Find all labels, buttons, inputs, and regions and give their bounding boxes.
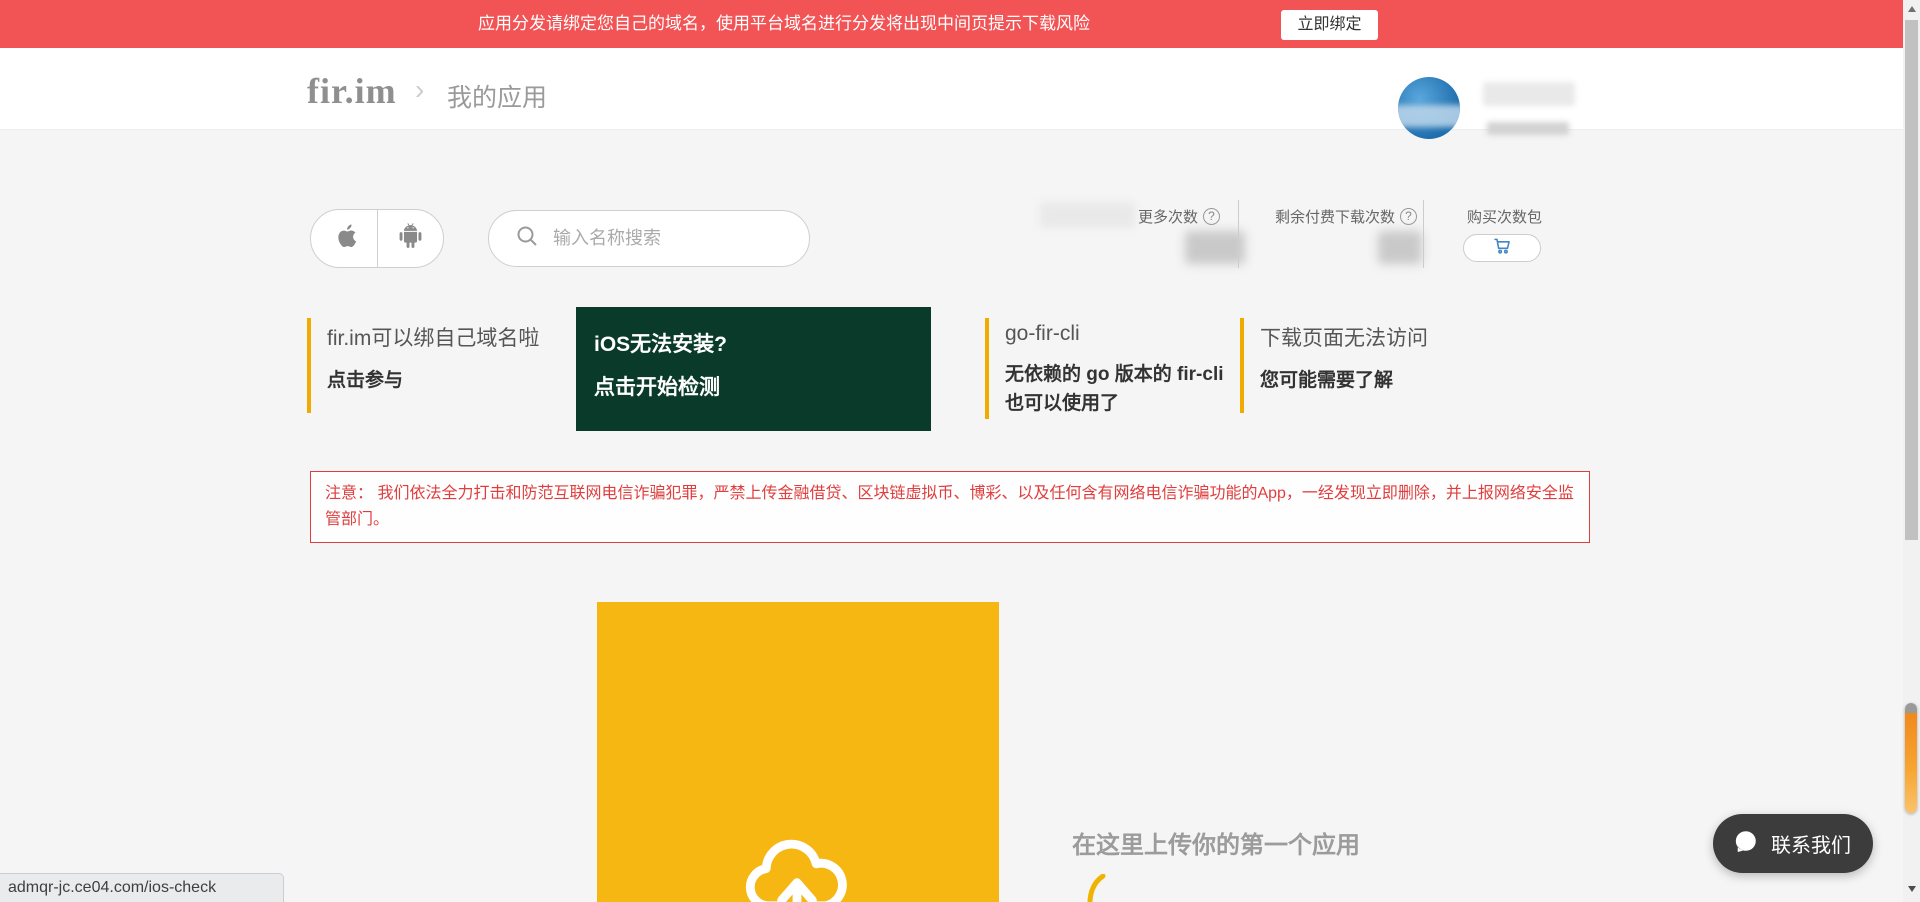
breadcrumb-chevron-icon: › xyxy=(415,74,424,106)
apple-icon xyxy=(331,221,357,256)
username-redacted xyxy=(1483,82,1575,106)
promo-card-ios-check[interactable]: iOS无法安装? 点击开始检测 xyxy=(576,307,931,431)
stat3-label-text: 购买次数包 xyxy=(1467,206,1542,227)
android-filter-button[interactable] xyxy=(378,210,444,267)
chat-bubble-icon xyxy=(1733,828,1759,859)
app-window: 应用分发请绑定您自己的域名，使用平台域名进行分发将出现中间页提示下载风险 立即绑… xyxy=(0,0,1920,902)
promo-title: 下载页面无法访问 xyxy=(1260,322,1480,352)
user-subtext-redacted xyxy=(1487,122,1569,135)
scroll-down-button[interactable] xyxy=(1903,880,1920,897)
cloud-upload-icon xyxy=(742,820,852,902)
header: fir.im › 我的应用 xyxy=(0,48,1903,130)
promo-subtitle: 点击参与 xyxy=(327,366,547,395)
promo-subtitle: 点击开始检测 xyxy=(594,371,931,401)
promo-card-go-fir-cli[interactable]: go-fir-cli 无依赖的 go 版本的 fir-cli 也可以使用了 xyxy=(985,318,1235,419)
promo-title: iOS无法安装? xyxy=(594,328,931,358)
buy-pack-label: 购买次数包 xyxy=(1467,206,1542,227)
help-icon[interactable]: ? xyxy=(1203,208,1220,225)
scroll-up-button[interactable] xyxy=(1903,0,1920,17)
promo-title: fir.im可以绑自己域名啦 xyxy=(327,322,547,352)
bind-domain-button[interactable]: 立即绑定 xyxy=(1281,10,1378,40)
cart-icon xyxy=(1492,235,1513,261)
help-icon[interactable]: ? xyxy=(1400,208,1417,225)
stat1-value-redacted xyxy=(1185,231,1245,264)
promo-card-download-page[interactable]: 下载页面无法访问 您可能需要了解 xyxy=(1240,318,1480,413)
scroll-down-icon xyxy=(1908,886,1916,892)
firim-logo[interactable]: fir.im xyxy=(307,70,397,112)
contact-label: 联系我们 xyxy=(1771,829,1851,858)
contact-button[interactable]: 联系我们 xyxy=(1713,814,1873,873)
search-icon xyxy=(515,224,539,253)
scroll-up-icon xyxy=(1908,6,1916,12)
upload-dropzone[interactable] xyxy=(597,602,999,902)
upload-hint: 在这里上传你的第一个应用 xyxy=(1072,825,1360,860)
stat-paid-label: 剩余付费下载次数 ? xyxy=(1275,206,1417,227)
ios-filter-button[interactable] xyxy=(311,210,377,267)
user-avatar[interactable] xyxy=(1398,77,1460,139)
scroll-marker-widget[interactable] xyxy=(1905,703,1917,813)
buy-pack-button[interactable] xyxy=(1463,234,1541,262)
promo-subtitle: 无依赖的 go 版本的 fir-cli 也可以使用了 xyxy=(1005,360,1235,419)
stat2-value-redacted xyxy=(1378,231,1422,264)
scrollbar-thumb[interactable] xyxy=(1905,20,1918,540)
banner-message: 应用分发请绑定您自己的域名，使用平台域名进行分发将出现中间页提示下载风险 xyxy=(478,0,1090,48)
anti-fraud-warning: 注意： 我们依法全力打击和防范互联网电信诈骗犯罪，严禁上传金融借贷、区块链虚拟币… xyxy=(310,471,1590,543)
platform-filter xyxy=(310,209,444,268)
domain-bind-banner: 应用分发请绑定您自己的域名，使用平台域名进行分发将出现中间页提示下载风险 立即绑… xyxy=(0,0,1903,48)
status-url-tooltip: admqr-jc.ce04.com/ios-check xyxy=(0,873,284,902)
stat1-label-text: 更多次数 xyxy=(1138,206,1198,227)
search-input[interactable] xyxy=(553,228,795,249)
stat-divider xyxy=(1238,200,1239,268)
hint-arrow-icon xyxy=(1085,874,1109,902)
promo-card-domain[interactable]: fir.im可以绑自己域名啦 点击参与 xyxy=(307,318,547,413)
avatar-privacy-blur xyxy=(1398,105,1460,127)
android-icon xyxy=(397,221,424,256)
breadcrumb-my-apps[interactable]: 我的应用 xyxy=(447,78,547,114)
promo-subtitle: 您可能需要了解 xyxy=(1260,366,1480,395)
stat-divider xyxy=(1423,200,1424,268)
promo-title: go-fir-cli xyxy=(1005,322,1235,346)
app-search xyxy=(488,210,810,267)
stat2-label-text: 剩余付费下载次数 xyxy=(1275,206,1395,227)
stat1-label-redacted xyxy=(1040,202,1135,228)
stat-remaining-label: 更多次数 ? xyxy=(1138,206,1220,227)
